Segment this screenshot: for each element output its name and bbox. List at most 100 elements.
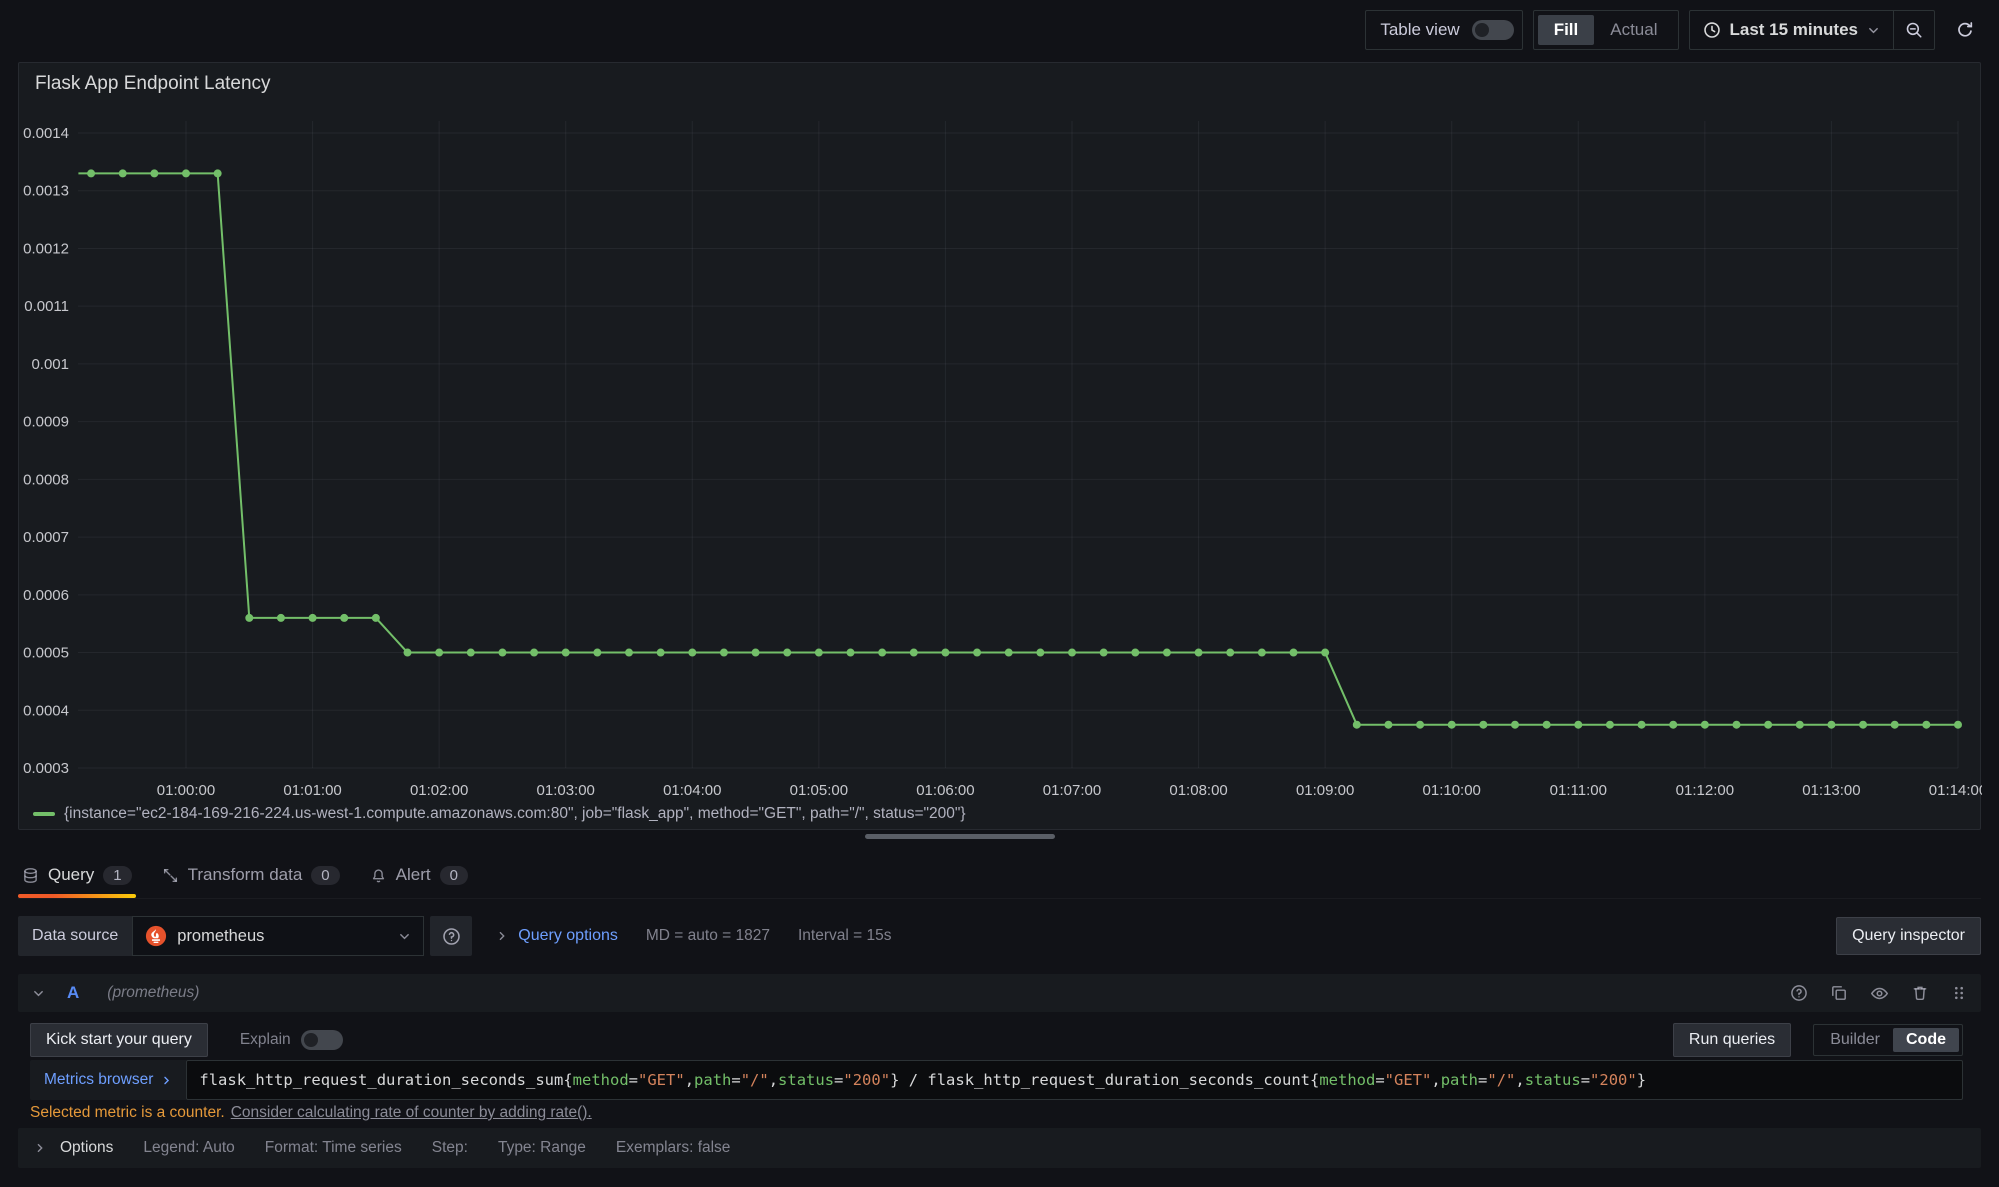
svg-text:01:07:00: 01:07:00 <box>1043 782 1101 799</box>
zoom-out-button[interactable] <box>1894 11 1934 49</box>
svg-text:0.0011: 0.0011 <box>24 298 69 315</box>
actual-option[interactable]: Actual <box>1594 15 1673 45</box>
table-view-control: Table view <box>1365 10 1522 50</box>
svg-text:0.0007: 0.0007 <box>23 529 69 546</box>
copy-icon <box>1830 984 1848 1002</box>
datasource-help-button[interactable] <box>430 916 472 956</box>
promql-editor: Metrics browser flask_http_request_durat… <box>30 1060 1963 1100</box>
legend-option-summary: Legend: Auto <box>143 1139 234 1157</box>
svg-text:01:08:00: 01:08:00 <box>1169 782 1227 799</box>
table-view-toggle[interactable] <box>1472 20 1514 40</box>
svg-text:01:02:00: 01:02:00 <box>410 782 468 799</box>
svg-text:0.001: 0.001 <box>31 356 69 373</box>
query-help-button[interactable] <box>1790 984 1808 1002</box>
delete-query-button[interactable] <box>1911 984 1929 1002</box>
chevron-down-icon <box>32 987 45 1000</box>
series-label[interactable]: {instance="ec2-184-169-216-224.us-west-1… <box>64 805 966 823</box>
query-options-toggle[interactable]: Query options <box>496 927 618 945</box>
svg-text:0.0003: 0.0003 <box>23 760 69 777</box>
svg-text:01:05:00: 01:05:00 <box>790 782 848 799</box>
svg-text:0.0014: 0.0014 <box>23 125 69 142</box>
options-row[interactable]: Options Legend: Auto Format: Time series… <box>18 1128 1981 1168</box>
time-picker-group: Last 15 minutes <box>1689 10 1936 50</box>
query-ref-id: A <box>67 983 79 1003</box>
prometheus-icon <box>145 925 167 947</box>
magnifier-minus-icon <box>1905 21 1923 39</box>
tab-label: Query <box>48 865 94 885</box>
chevron-right-icon <box>496 930 508 942</box>
chevron-right-icon <box>161 1075 172 1086</box>
svg-text:01:11:00: 01:11:00 <box>1550 782 1607 799</box>
datasource-label: Data source <box>18 916 132 956</box>
alert-count-badge: 0 <box>440 866 468 885</box>
svg-text:01:06:00: 01:06:00 <box>916 782 974 799</box>
query-inspector-button[interactable]: Query inspector <box>1836 917 1981 955</box>
chevron-right-icon <box>34 1142 46 1154</box>
help-circle-icon <box>442 927 461 946</box>
query-row-header[interactable]: A (prometheus) <box>18 974 1981 1012</box>
datasource-value: prometheus <box>177 927 264 946</box>
datasource-bar: Data source prometheus Query options MD … <box>18 916 1981 956</box>
query-row-actions <box>1790 984 1967 1003</box>
svg-text:01:14:00: 01:14:00 <box>1929 782 1982 799</box>
kick-start-query-button[interactable]: Kick start your query <box>30 1023 208 1057</box>
grip-dots-icon <box>1951 985 1967 1001</box>
svg-text:01:03:00: 01:03:00 <box>537 782 595 799</box>
series-color-dash <box>33 812 55 816</box>
latency-chart[interactable]: 0.00140.00130.00120.00110.0010.00090.000… <box>19 107 1982 807</box>
add-rate-link[interactable]: Consider calculating rate of counter by … <box>231 1104 592 1121</box>
warning-text: Selected metric is a counter. <box>30 1104 225 1121</box>
format-option-summary: Format: Time series <box>265 1139 402 1157</box>
timeseries-panel: Flask App Endpoint Latency 0.00140.00130… <box>18 62 1981 830</box>
toggle-knob <box>304 1033 318 1047</box>
tab-transform-data[interactable]: Transform data 0 <box>158 852 344 898</box>
time-range-label: Last 15 minutes <box>1730 20 1859 40</box>
svg-text:0.0008: 0.0008 <box>23 471 69 488</box>
query-editor-toolbar: Kick start your query Explain Run querie… <box>30 1022 1963 1058</box>
help-circle-icon <box>1790 984 1808 1002</box>
exemplars-option-summary: Exemplars: false <box>616 1139 731 1157</box>
chevron-down-icon <box>398 930 411 943</box>
svg-text:0.0009: 0.0009 <box>23 414 69 431</box>
chevron-down-icon <box>1867 24 1880 37</box>
pane-splitter-handle[interactable] <box>865 834 1055 839</box>
fill-actual-segment: Fill Actual <box>1533 10 1679 50</box>
refresh-button[interactable] <box>1945 10 1985 50</box>
tab-alert[interactable]: Alert 0 <box>366 852 472 898</box>
toggle-visibility-button[interactable] <box>1870 984 1889 1003</box>
metrics-browser-button[interactable]: Metrics browser <box>30 1060 186 1100</box>
svg-text:0.0005: 0.0005 <box>23 645 69 662</box>
datasource-select[interactable]: prometheus <box>132 916 424 956</box>
fill-option[interactable]: Fill <box>1538 15 1595 45</box>
promql-query-input[interactable]: flask_http_request_duration_seconds_sum{… <box>186 1060 1963 1100</box>
trash-icon <box>1911 984 1929 1002</box>
step-option-summary: Step: <box>432 1139 468 1157</box>
toggle-knob <box>1475 23 1489 37</box>
max-data-points-summary: MD = auto = 1827 <box>646 927 770 945</box>
drag-handle[interactable] <box>1951 985 1967 1001</box>
database-icon <box>22 867 39 884</box>
editor-tabs: Query 1 Transform data 0 Alert 0 <box>18 852 1981 899</box>
svg-text:0.0004: 0.0004 <box>23 702 69 719</box>
metrics-browser-label: Metrics browser <box>44 1071 153 1089</box>
explain-toggle[interactable] <box>301 1030 343 1050</box>
code-option[interactable]: Code <box>1893 1028 1959 1052</box>
tab-query[interactable]: Query 1 <box>18 852 136 898</box>
duplicate-query-button[interactable] <box>1830 984 1848 1002</box>
explain-label: Explain <box>240 1031 291 1049</box>
interval-summary: Interval = 15s <box>798 927 891 945</box>
builder-option[interactable]: Builder <box>1817 1028 1893 1052</box>
refresh-icon <box>1956 21 1974 39</box>
svg-text:01:12:00: 01:12:00 <box>1676 782 1734 799</box>
grafana-panel-editor: Table view Fill Actual Last 15 minutes F… <box>0 0 1999 1187</box>
time-range-button[interactable]: Last 15 minutes <box>1690 11 1894 49</box>
top-toolbar: Table view Fill Actual Last 15 minutes <box>1365 10 1985 50</box>
svg-text:01:13:00: 01:13:00 <box>1802 782 1860 799</box>
run-queries-button[interactable]: Run queries <box>1673 1023 1791 1057</box>
panel-title: Flask App Endpoint Latency <box>35 73 271 95</box>
options-header: Options <box>34 1139 113 1157</box>
transform-count-badge: 0 <box>311 866 339 885</box>
tab-label: Transform data <box>188 865 303 885</box>
promql-query: flask_http_request_duration_seconds_sum{… <box>199 1071 1646 1089</box>
options-label: Options <box>60 1139 113 1157</box>
